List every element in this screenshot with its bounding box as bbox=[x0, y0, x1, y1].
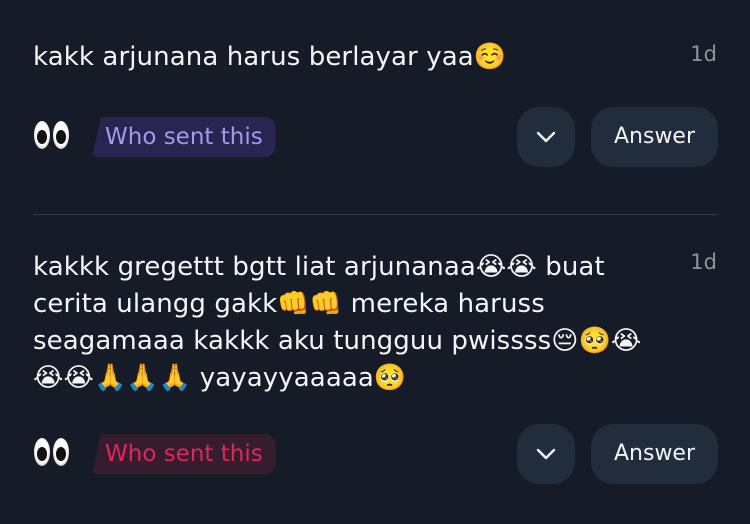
answer-button[interactable]: Answer bbox=[591, 107, 718, 167]
eye-right bbox=[53, 121, 69, 149]
message-timestamp: 1d bbox=[690, 42, 717, 66]
message-text: kakkk gregettt bgtt liat arjunanaa😭😭 bua… bbox=[33, 252, 642, 393]
chevron-down-icon bbox=[536, 448, 556, 460]
eye-left bbox=[34, 121, 50, 149]
message-actions: Who sent this Answer bbox=[0, 107, 750, 167]
who-sent-this-button[interactable]: Who sent this bbox=[92, 434, 276, 474]
who-sent-this-button[interactable]: Who sent this bbox=[92, 117, 276, 157]
eye-right bbox=[53, 438, 69, 466]
chevron-down-icon bbox=[536, 131, 556, 143]
message-actions: Who sent this Answer bbox=[0, 424, 750, 484]
expand-button[interactable] bbox=[517, 107, 575, 167]
eyes-icon[interactable] bbox=[33, 438, 71, 468]
message-text: kakk arjunana harus berlayar yaa☺️ bbox=[33, 42, 507, 72]
answer-button[interactable]: Answer bbox=[591, 424, 718, 484]
message-card: kakk arjunana harus berlayar yaa☺️ 1d Wh… bbox=[0, 0, 750, 214]
divider bbox=[33, 214, 718, 215]
expand-button[interactable] bbox=[517, 424, 575, 484]
message-timestamp: 1d bbox=[690, 250, 717, 274]
eyes-icon[interactable] bbox=[33, 121, 71, 151]
message-card: kakkk gregettt bgtt liat arjunanaa😭😭 bua… bbox=[0, 216, 750, 524]
eye-left bbox=[34, 438, 50, 466]
